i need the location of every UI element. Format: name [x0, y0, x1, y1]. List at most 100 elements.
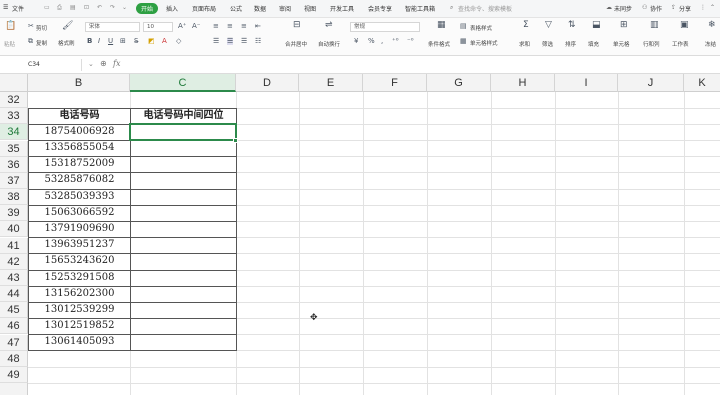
column-header-g[interactable]: G: [427, 74, 491, 92]
sum-icon[interactable]: Σ: [523, 21, 529, 30]
conditional-format-button[interactable]: 条件格式: [428, 40, 450, 48]
row-header-43[interactable]: 43: [0, 269, 28, 286]
decrease-font-icon[interactable]: A⁻: [192, 23, 200, 30]
fill-icon[interactable]: ⬓: [592, 21, 601, 30]
cut-button[interactable]: 剪切: [36, 24, 47, 32]
table-cell-phone[interactable]: 15063066592: [29, 205, 130, 221]
save-icon[interactable]: ▭: [44, 4, 50, 11]
table-cell-phone[interactable]: 53285876082: [29, 172, 130, 188]
row-header-42[interactable]: 42: [0, 253, 28, 270]
tab-review[interactable]: 审阅: [279, 4, 291, 13]
row-header-37[interactable]: 37: [0, 172, 28, 189]
tab-developer[interactable]: 开发工具: [330, 4, 354, 13]
column-header-i[interactable]: I: [555, 74, 618, 92]
paste-button[interactable]: 粘贴: [4, 40, 15, 48]
row-header-45[interactable]: 45: [0, 302, 28, 319]
row-header-35[interactable]: 35: [0, 140, 28, 157]
row-header-50[interactable]: [0, 383, 28, 395]
search-icon[interactable]: ⌕: [450, 4, 453, 12]
merge-center-icon[interactable]: ⊟: [293, 21, 301, 30]
cell-b33-header[interactable]: 电话号码: [29, 108, 130, 124]
select-all-corner[interactable]: [0, 74, 28, 92]
undo-icon[interactable]: ↶: [97, 4, 102, 11]
column-header-c[interactable]: C: [130, 74, 236, 92]
tab-home[interactable]: 开始: [136, 3, 159, 14]
tab-smart-tools[interactable]: 智能工具箱: [405, 4, 435, 13]
more-icon[interactable]: ⋮: [700, 4, 706, 11]
align-middle-icon[interactable]: ≡: [227, 23, 233, 30]
table-cell-phone[interactable]: 15653243620: [29, 253, 130, 269]
row-header-36[interactable]: 36: [0, 156, 28, 173]
worksheet-button[interactable]: 工作表: [672, 40, 689, 48]
sort-button[interactable]: 排序: [565, 40, 576, 48]
row-header-34[interactable]: 34: [0, 124, 28, 141]
copy-button[interactable]: 复制: [36, 39, 47, 47]
cell-style-button[interactable]: 单元格样式: [470, 39, 498, 47]
table-cell-phone[interactable]: 13356855054: [29, 140, 130, 156]
sync-status[interactable]: 未同步: [614, 4, 632, 13]
underline-icon[interactable]: U: [108, 38, 113, 45]
rowcol-button[interactable]: 行和列: [643, 40, 660, 48]
tab-page-layout[interactable]: 页面布局: [192, 4, 216, 13]
print-icon[interactable]: ▤: [70, 4, 76, 11]
freeze-button[interactable]: 冻结: [705, 40, 716, 48]
formula-input[interactable]: [128, 58, 718, 72]
share-button[interactable]: 分享: [679, 4, 691, 13]
format-painter-icon[interactable]: 🖌: [62, 22, 73, 31]
align-bottom-icon[interactable]: ≡: [241, 23, 247, 30]
row-header-40[interactable]: 40: [0, 221, 28, 238]
collab-button[interactable]: 协作: [650, 4, 662, 13]
percent-icon[interactable]: %: [368, 38, 375, 45]
column-header-f[interactable]: F: [363, 74, 427, 92]
row-header-39[interactable]: 39: [0, 205, 28, 222]
align-right-icon[interactable]: ☰: [241, 38, 247, 45]
table-cell-phone[interactable]: 13012539299: [29, 302, 130, 318]
table-cell-phone[interactable]: 15253291508: [29, 270, 130, 286]
italic-icon[interactable]: I: [98, 38, 100, 45]
worksheet-icon[interactable]: ▣: [680, 21, 689, 30]
column-header-e[interactable]: E: [299, 74, 363, 92]
output-icon[interactable]: ⎙: [57, 4, 62, 12]
table-cell-phone[interactable]: 53285039393: [29, 189, 130, 205]
row-header-41[interactable]: 41: [0, 237, 28, 254]
rowcol-icon[interactable]: ▥: [650, 21, 659, 30]
table-cell-phone[interactable]: 18754006928: [29, 124, 130, 140]
collapse-ribbon-icon[interactable]: ⌃: [710, 4, 715, 11]
table-cell-phone[interactable]: 15318752009: [29, 156, 130, 172]
font-color-icon[interactable]: A: [162, 38, 167, 45]
row-header-46[interactable]: 46: [0, 318, 28, 335]
font-size-select[interactable]: 10: [143, 22, 173, 32]
distribute-icon[interactable]: ☷: [255, 38, 261, 45]
row-header-44[interactable]: 44: [0, 286, 28, 303]
sort-icon[interactable]: ⇅: [568, 21, 576, 30]
currency-icon[interactable]: ¥: [354, 38, 358, 45]
increase-decimal-icon[interactable]: ⁺⁰: [392, 38, 399, 45]
wrap-text-icon[interactable]: ⇌: [325, 21, 333, 30]
file-menu[interactable]: 文件: [12, 4, 24, 13]
align-top-icon[interactable]: ≡: [213, 23, 219, 30]
table-cell-phone[interactable]: 13061405093: [29, 334, 130, 350]
row-header-33[interactable]: 33: [0, 108, 28, 125]
tab-view[interactable]: 视图: [304, 4, 316, 13]
fill-button[interactable]: 填充: [588, 40, 599, 48]
column-header-k[interactable]: K: [684, 74, 720, 92]
column-header-b[interactable]: B: [28, 74, 130, 92]
format-painter-button[interactable]: 格式刷: [58, 39, 75, 47]
fx-icon[interactable]: fx: [113, 59, 120, 68]
table-style-button[interactable]: 表格样式: [470, 24, 492, 32]
paste-icon[interactable]: 📋: [5, 22, 16, 31]
merge-center-button[interactable]: 合并居中: [285, 40, 307, 48]
filter-button[interactable]: 筛选: [542, 40, 553, 48]
tab-formula[interactable]: 公式: [230, 4, 242, 13]
fill-handle[interactable]: [233, 138, 238, 143]
table-cell-phone[interactable]: 13156202300: [29, 286, 130, 302]
increase-font-icon[interactable]: A⁺: [178, 23, 186, 30]
border-icon[interactable]: ⊞: [120, 38, 126, 45]
number-format-select[interactable]: 常规: [350, 22, 420, 32]
row-header-49[interactable]: 49: [0, 366, 28, 383]
align-center-icon[interactable]: ☰: [227, 38, 234, 45]
more-dropdown-icon[interactable]: ⌄: [122, 4, 127, 11]
tab-member[interactable]: 会员专享: [368, 4, 392, 13]
freeze-icon[interactable]: ❄: [708, 21, 716, 30]
tab-data[interactable]: 数据: [254, 4, 266, 13]
